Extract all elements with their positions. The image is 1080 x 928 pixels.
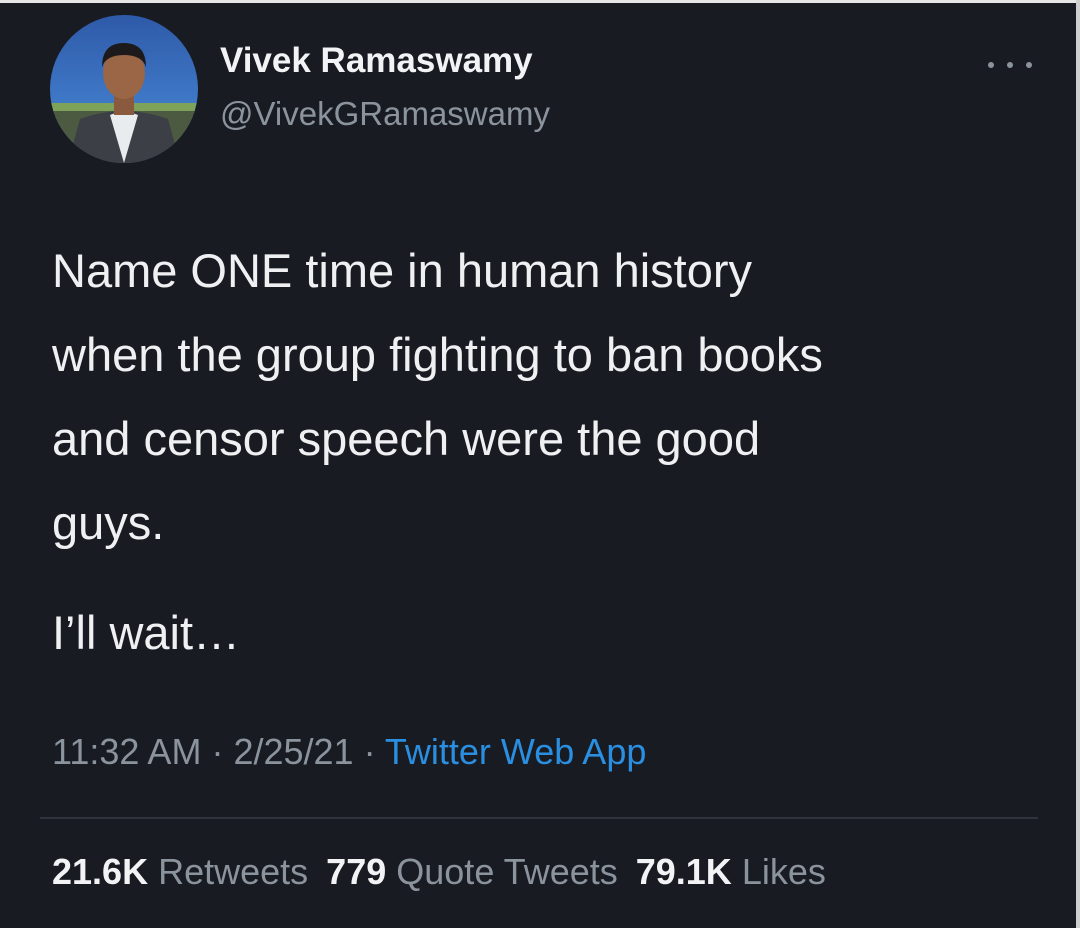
quote-tweets-count: 779 [326, 851, 387, 892]
likes-label: Likes [741, 851, 826, 892]
quote-tweets-label: Quote Tweets [396, 851, 618, 892]
tweet-source-link[interactable]: Twitter Web App [385, 731, 646, 772]
tweet-date[interactable]: 2/25/21 [233, 731, 353, 772]
user-handle[interactable]: @VivekGRamaswamy [220, 95, 550, 133]
tweet-card: Vivek Ramaswamy @VivekGRamaswamy Name ON… [0, 0, 1080, 928]
tweet-text-continuation: I’ll wait… [52, 606, 241, 659]
separator: · [201, 731, 234, 772]
tweet-time[interactable]: 11:32 AM [52, 731, 201, 772]
divider [40, 817, 1038, 819]
avatar[interactable] [50, 15, 198, 163]
tweet-text: Name ONE time in human history when the … [52, 244, 823, 549]
retweets-label: Retweets [158, 851, 309, 892]
retweets-stat[interactable]: 21.6K Retweets [52, 851, 308, 892]
screen-edge [1076, 0, 1080, 928]
tweet-meta: 11:32 AM · 2/25/21 · Twitter Web App [52, 731, 646, 773]
dot [988, 62, 994, 68]
retweets-count: 21.6K [52, 851, 149, 892]
quote-tweets-stat[interactable]: 779 Quote Tweets [326, 851, 618, 892]
tweet-stats: 21.6K Retweets 779 Quote Tweets 79.1K Like… [52, 851, 826, 893]
dot [1007, 62, 1013, 68]
more-horizontal-icon[interactable] [988, 53, 1032, 77]
dot [1026, 62, 1032, 68]
avatar-photo [50, 15, 198, 163]
display-name[interactable]: Vivek Ramaswamy [220, 41, 533, 81]
separator: · [353, 731, 385, 772]
likes-count: 79.1K [635, 851, 732, 892]
likes-stat[interactable]: 79.1K Likes [636, 851, 826, 892]
